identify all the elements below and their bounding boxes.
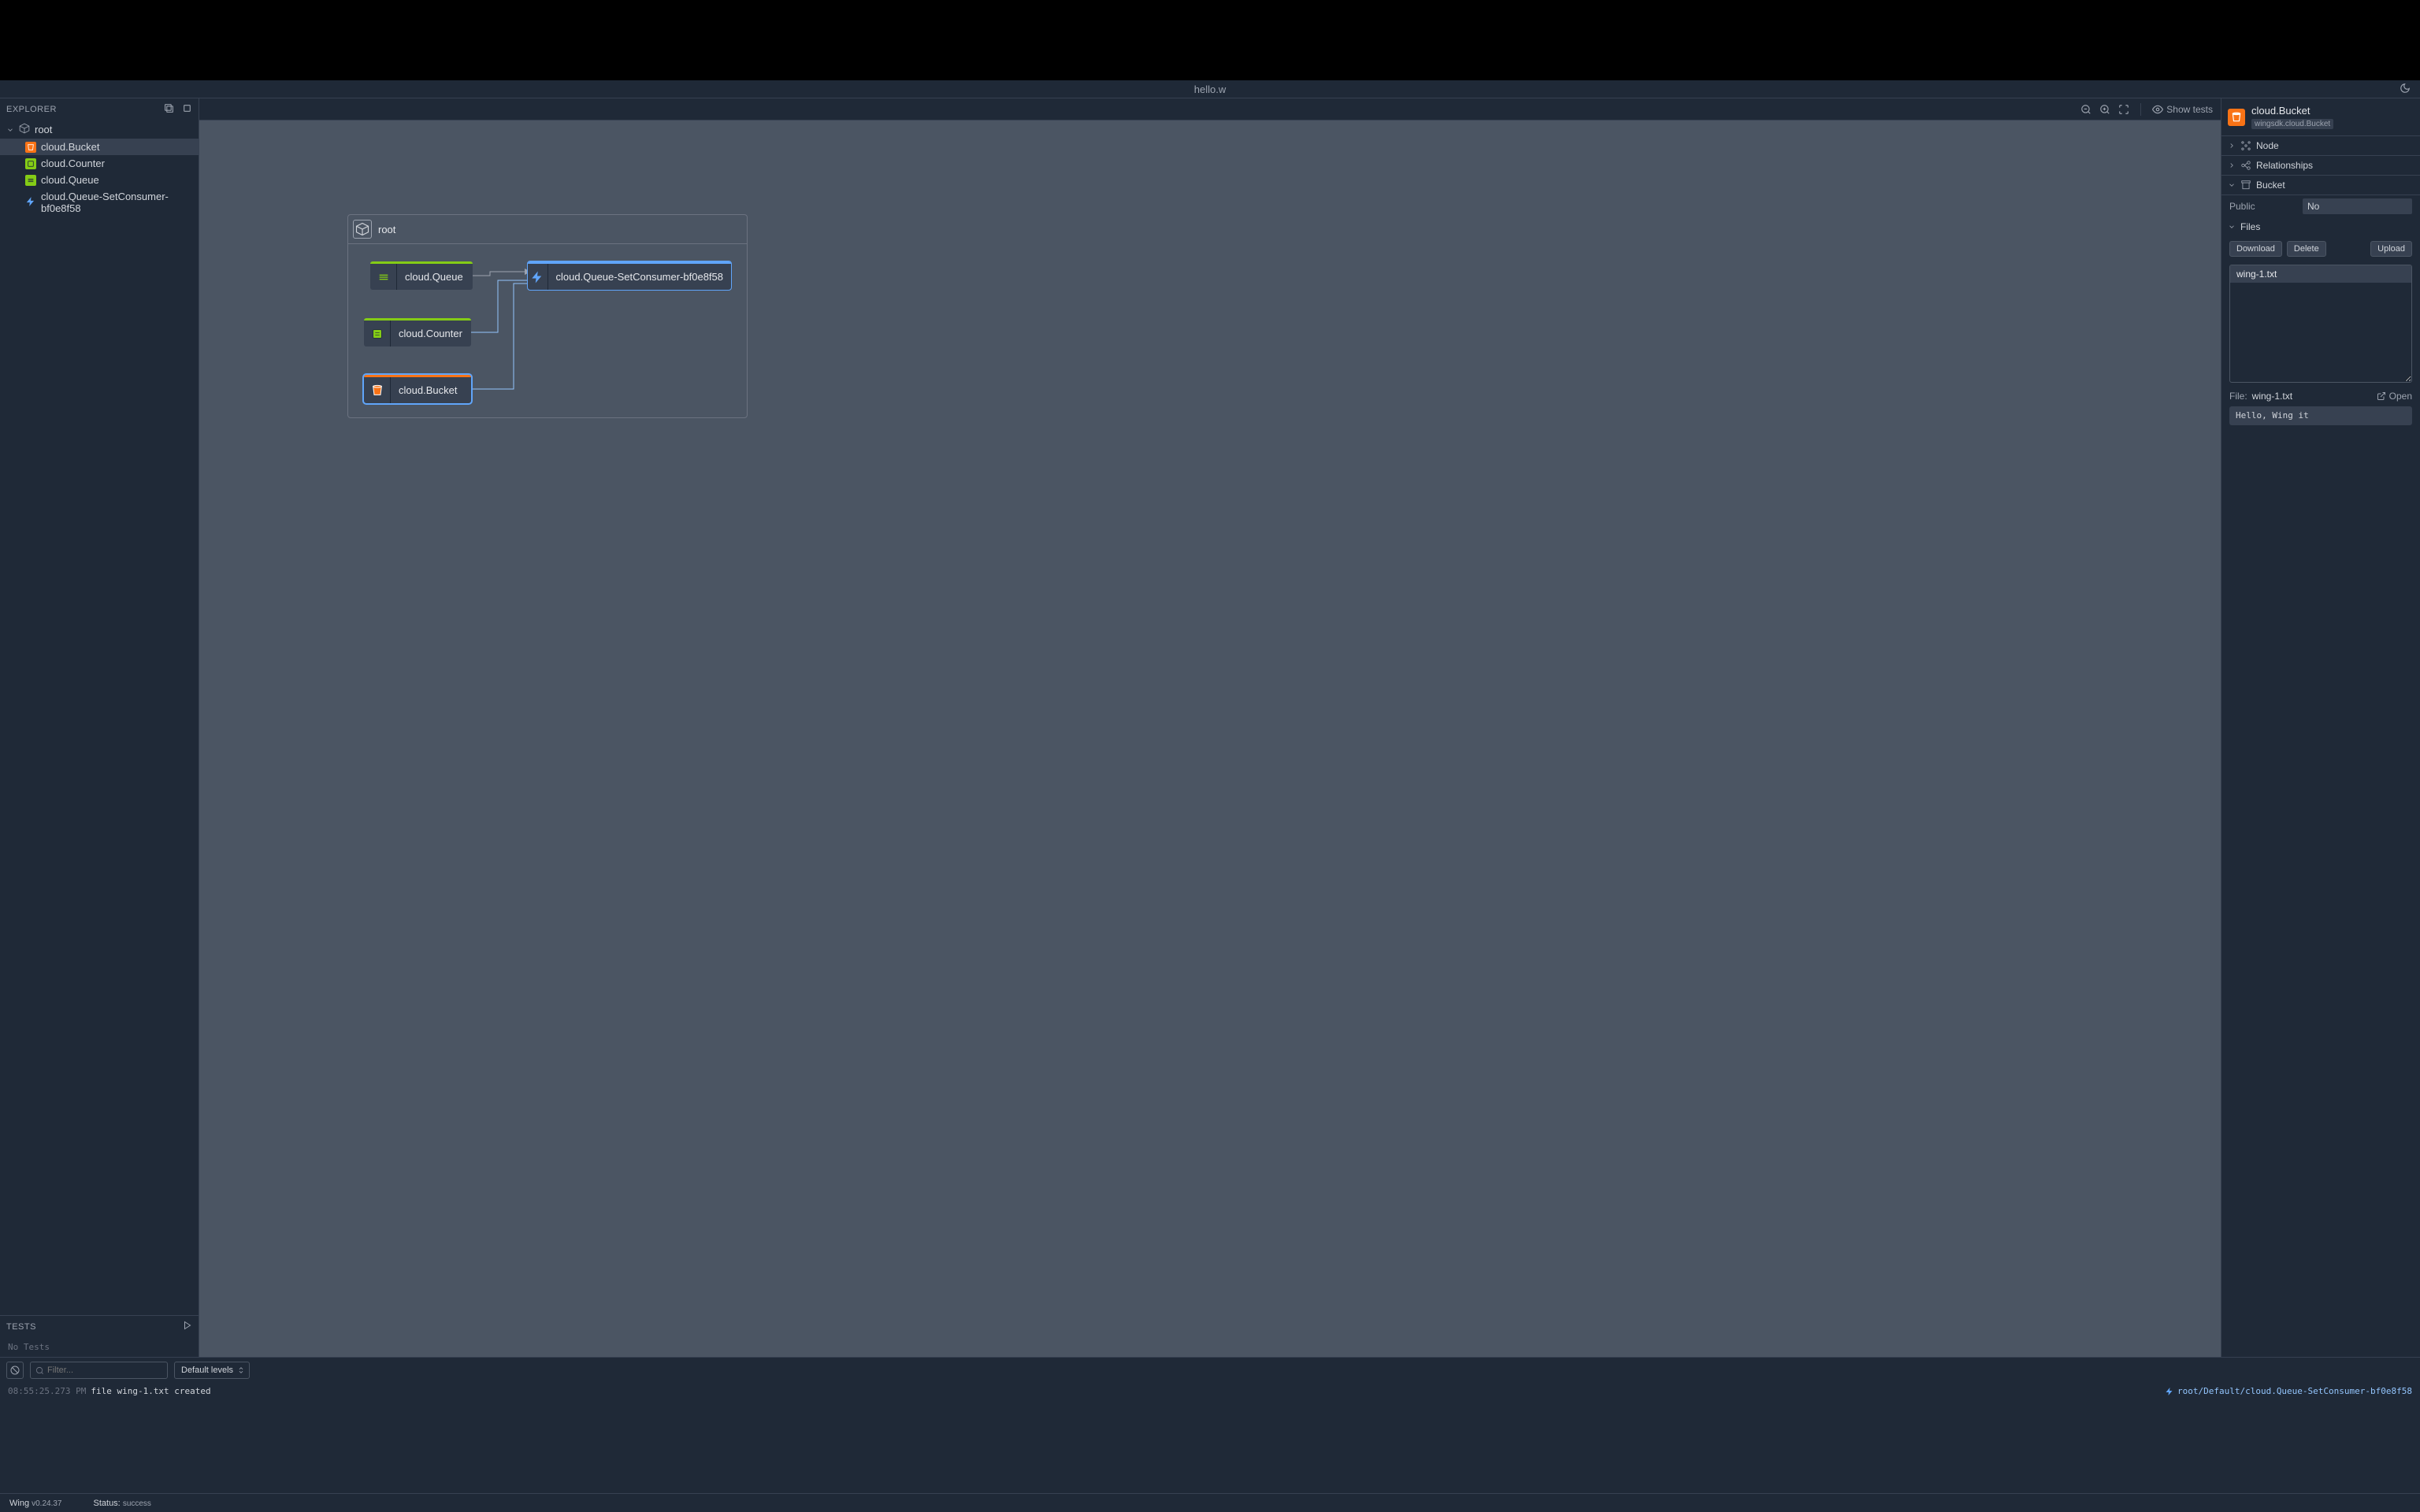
bucket-icon [364, 377, 391, 403]
tree-item-label: cloud.Queue-SetConsumer-bf0e8f58 [41, 191, 192, 214]
counter-icon [364, 321, 391, 346]
node-icon [2240, 140, 2251, 151]
archive-icon [2240, 180, 2251, 191]
file-list[interactable]: wing-1.txt [2229, 265, 2412, 383]
function-icon [25, 196, 36, 209]
tree-item-label: cloud.Queue [41, 174, 99, 186]
tree-item-bucket[interactable]: cloud.Bucket [0, 139, 199, 155]
tree-item-label: cloud.Counter [41, 158, 105, 169]
theme-toggle-icon[interactable] [2400, 83, 2411, 96]
zoom-out-icon[interactable] [2080, 104, 2092, 115]
tests-empty: No Tests [0, 1337, 199, 1357]
chevron-down-icon [2228, 181, 2236, 189]
inspector-subtitle: wingsdk.cloud.Bucket [2251, 119, 2333, 129]
queue-icon [25, 175, 36, 186]
canvas-area: Show tests root [199, 98, 2221, 1357]
file-name: wing-1.txt [2252, 391, 2292, 402]
console-panel: Default levels 08:55:25.273 PM file wing… [0, 1357, 2420, 1493]
download-button[interactable]: Download [2229, 241, 2282, 257]
chevron-right-icon [2228, 142, 2236, 150]
log-timestamp: 08:55:25.273 PM [8, 1386, 86, 1396]
title-bar: hello.w [0, 80, 2420, 98]
inspector-title: cloud.Bucket [2251, 105, 2333, 117]
public-label: Public [2229, 201, 2296, 212]
inspector-panel: cloud.Bucket wingsdk.cloud.Bucket Node R… [2221, 98, 2420, 1357]
status-value: success [123, 1499, 151, 1508]
tree-root[interactable]: root [0, 120, 199, 139]
node-consumer[interactable]: cloud.Queue-SetConsumer-bf0e8f58 [528, 261, 731, 290]
chevron-down-icon [6, 126, 14, 134]
explorer-panel: EXPLORER root [0, 98, 199, 1357]
node-queue[interactable]: cloud.Queue [370, 261, 473, 290]
node-label: cloud.Bucket [391, 384, 465, 396]
search-icon [35, 1366, 44, 1375]
section-bucket[interactable]: Bucket [2221, 176, 2420, 195]
tree-item-counter[interactable]: cloud.Counter [0, 155, 199, 172]
chevron-right-icon [2228, 161, 2236, 169]
section-files[interactable]: Files [2221, 217, 2420, 236]
filter-input[interactable] [30, 1362, 168, 1379]
log-message: file wing-1.txt created [91, 1386, 210, 1396]
delete-button[interactable]: Delete [2287, 241, 2326, 257]
tree-item-consumer[interactable]: cloud.Queue-SetConsumer-bf0e8f58 [0, 188, 199, 217]
function-icon [2165, 1387, 2174, 1396]
relationships-icon [2240, 160, 2251, 171]
app-name: Wing [9, 1499, 29, 1508]
bucket-icon [2228, 109, 2245, 126]
canvas[interactable]: root cloud.Queue [199, 120, 2221, 1357]
clear-console-button[interactable] [6, 1362, 24, 1379]
file-item[interactable]: wing-1.txt [2230, 265, 2411, 283]
levels-select[interactable]: Default levels [174, 1362, 250, 1379]
status-bar: Wing v0.24.37 Status: success [0, 1493, 2420, 1512]
counter-icon [25, 158, 36, 169]
zoom-in-icon[interactable] [2099, 104, 2110, 115]
show-tests-toggle[interactable]: Show tests [2152, 104, 2213, 115]
file-content[interactable]: Hello, Wing it [2229, 406, 2412, 425]
section-relationships[interactable]: Relationships [2221, 156, 2420, 176]
queue-icon [370, 264, 397, 290]
chevron-down-icon [2228, 223, 2236, 231]
app-version: v0.24.37 [32, 1499, 61, 1508]
expand-all-icon[interactable] [182, 103, 192, 116]
function-icon [528, 264, 548, 290]
explorer-title: EXPLORER [6, 105, 57, 114]
node-label: cloud.Queue [397, 271, 471, 283]
section-node[interactable]: Node [2221, 136, 2420, 156]
cube-icon [19, 123, 30, 136]
status-label: Status: [94, 1499, 121, 1508]
node-counter[interactable]: cloud.Counter [364, 318, 471, 346]
run-tests-icon[interactable] [183, 1321, 192, 1332]
file-label: File: [2229, 391, 2247, 402]
bucket-icon [25, 142, 36, 153]
collapse-all-icon[interactable] [164, 103, 174, 116]
tree-item-queue[interactable]: cloud.Queue [0, 172, 199, 188]
fit-icon[interactable] [2118, 104, 2129, 115]
tree-item-label: cloud.Bucket [41, 141, 99, 153]
root-label: root [378, 224, 395, 235]
node-bucket[interactable]: cloud.Bucket [364, 375, 471, 403]
node-label: cloud.Queue-SetConsumer-bf0e8f58 [548, 271, 731, 283]
log-source[interactable]: root/Default/cloud.Queue-SetConsumer-bf0… [2165, 1386, 2412, 1396]
root-block[interactable]: root cloud.Queue [347, 214, 748, 418]
open-button[interactable]: Open [2377, 391, 2412, 402]
tests-title: TESTS [6, 1322, 36, 1332]
window-title: hello.w [1194, 83, 1226, 95]
chevron-updown-icon [237, 1366, 245, 1374]
cube-icon [353, 220, 372, 239]
public-value: No [2303, 198, 2412, 214]
tree-root-label: root [35, 124, 52, 135]
node-label: cloud.Counter [391, 328, 470, 339]
upload-button[interactable]: Upload [2370, 241, 2412, 257]
